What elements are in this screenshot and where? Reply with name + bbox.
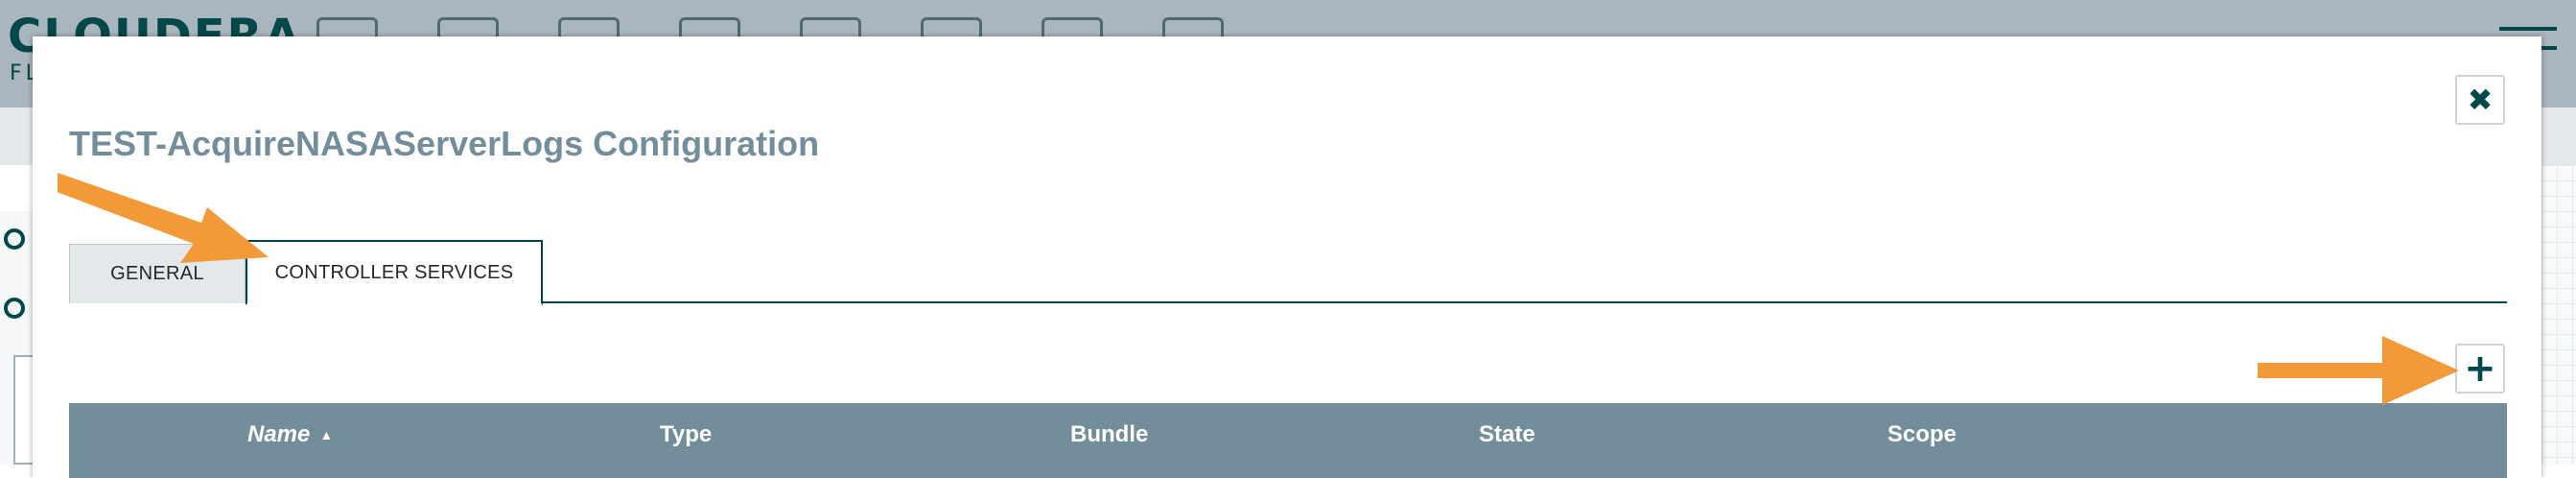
column-header-type[interactable]: Type xyxy=(660,403,712,466)
tab-controller-services[interactable]: CONTROLLER SERVICES xyxy=(246,240,543,305)
column-header-scope[interactable]: Scope xyxy=(1887,403,1956,466)
column-header-state[interactable]: State xyxy=(1479,403,1535,466)
sort-ascending-icon: ▲ xyxy=(319,427,334,442)
column-header-name-label: Name xyxy=(247,421,311,447)
add-controller-service-button[interactable]: + xyxy=(2455,344,2505,394)
dialog-title: TEST-AcquireNASAServerLogs Configuration xyxy=(69,124,820,163)
column-header-bundle[interactable]: Bundle xyxy=(1070,403,1148,466)
plus-icon: + xyxy=(2464,347,2496,391)
operate-icon[interactable] xyxy=(4,298,25,319)
operate-box xyxy=(13,355,35,465)
flow-canvas[interactable] xyxy=(2541,165,2576,465)
close-icon: ✖ xyxy=(2467,82,2494,118)
component-toolbar xyxy=(316,17,1224,41)
tab-general[interactable]: GENERAL xyxy=(69,244,246,303)
controller-services-table-header: Name ▲ Type Bundle State Scope xyxy=(69,403,2507,478)
column-header-name[interactable]: Name ▲ xyxy=(247,403,333,466)
configuration-dialog: ✖ TEST-AcquireNASAServerLogs Configurati… xyxy=(33,36,2541,478)
close-button[interactable]: ✖ xyxy=(2455,75,2505,125)
navigate-icon[interactable] xyxy=(4,228,25,250)
